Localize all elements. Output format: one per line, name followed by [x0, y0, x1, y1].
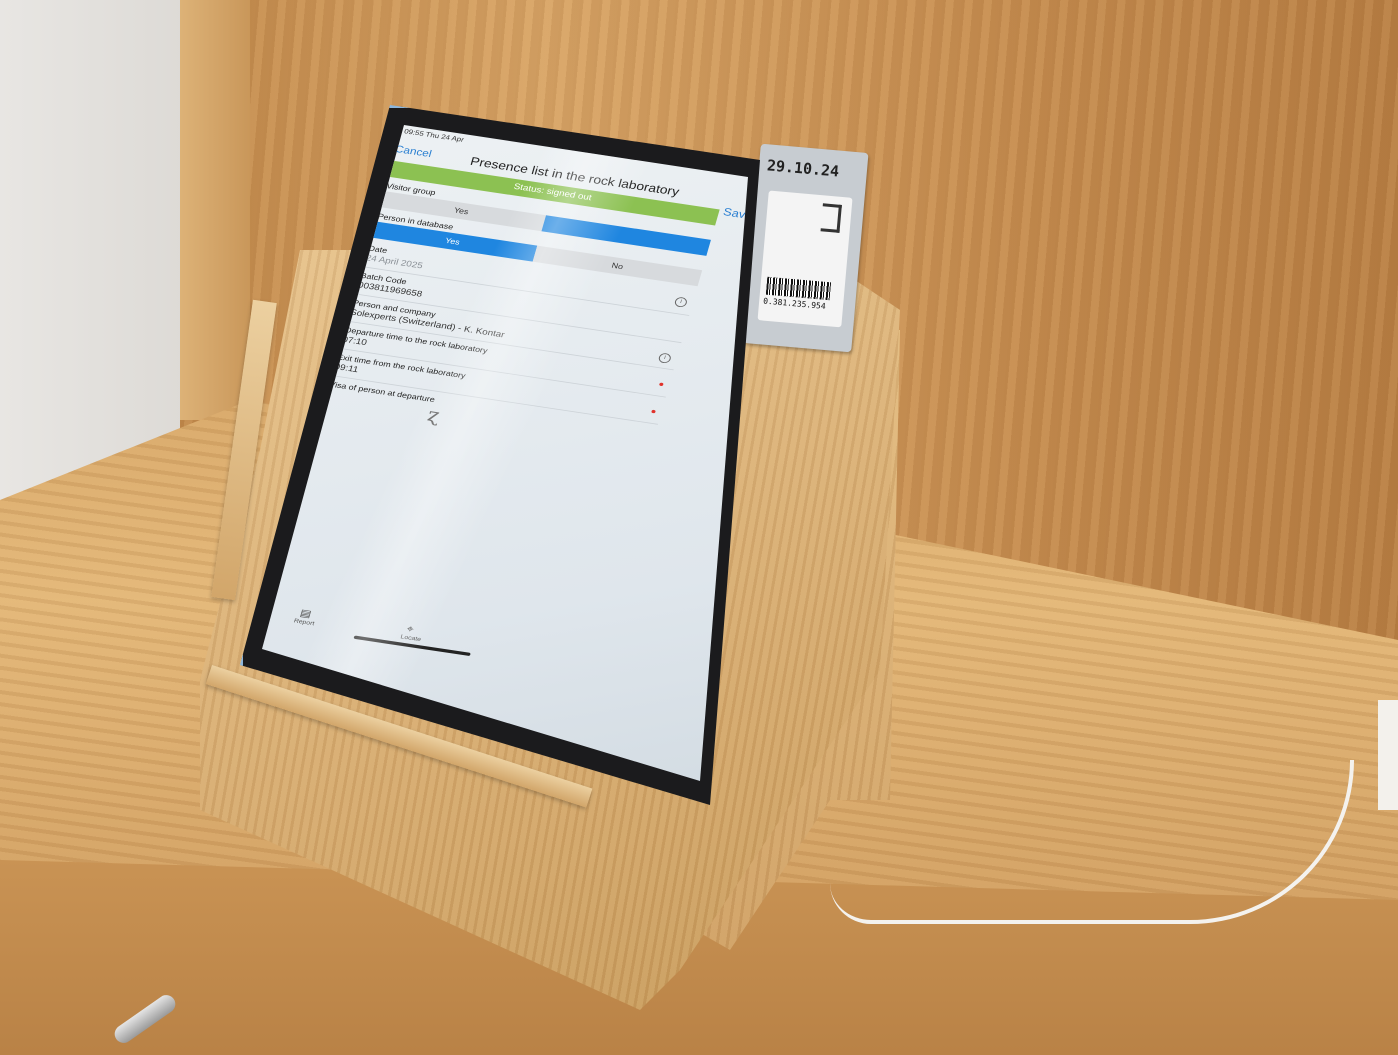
- cancel-button[interactable]: Cancel: [394, 143, 433, 160]
- rfid-tag: 29.10.24 0.381.235.954: [743, 143, 869, 353]
- divider: [328, 374, 659, 425]
- photo-scene: 29.10.24 0.381.235.954 09:55 Thu 24 Apr …: [0, 0, 1398, 1055]
- signature-pad[interactable]: ɀ: [425, 405, 442, 427]
- tag-label: 0.381.235.954: [757, 190, 853, 328]
- location-icon[interactable]: ⌖: [405, 623, 415, 636]
- app-form: 09:55 Thu 24 Apr Cancel Presence list in…: [262, 125, 748, 708]
- info-icon[interactable]: i: [673, 296, 689, 308]
- required-indicator: [658, 382, 664, 387]
- tag-handwritten-date: 29.10.24: [766, 156, 840, 181]
- brand-logo-icon: [820, 203, 842, 233]
- info-icon[interactable]: i: [657, 352, 672, 364]
- ipad-screen: 09:55 Thu 24 Apr Cancel Presence list in…: [262, 125, 748, 781]
- tab-report[interactable]: Report: [293, 618, 315, 627]
- ipad-device: 09:55 Thu 24 Apr Cancel Presence list in…: [240, 105, 760, 805]
- person-in-database-no[interactable]: No: [532, 245, 703, 287]
- tab-locate[interactable]: Locate: [400, 634, 422, 643]
- required-indicator: [651, 409, 656, 414]
- charging-cable: [830, 760, 1354, 924]
- list-icon[interactable]: ▤: [299, 607, 313, 620]
- wall-socket: [1378, 700, 1398, 810]
